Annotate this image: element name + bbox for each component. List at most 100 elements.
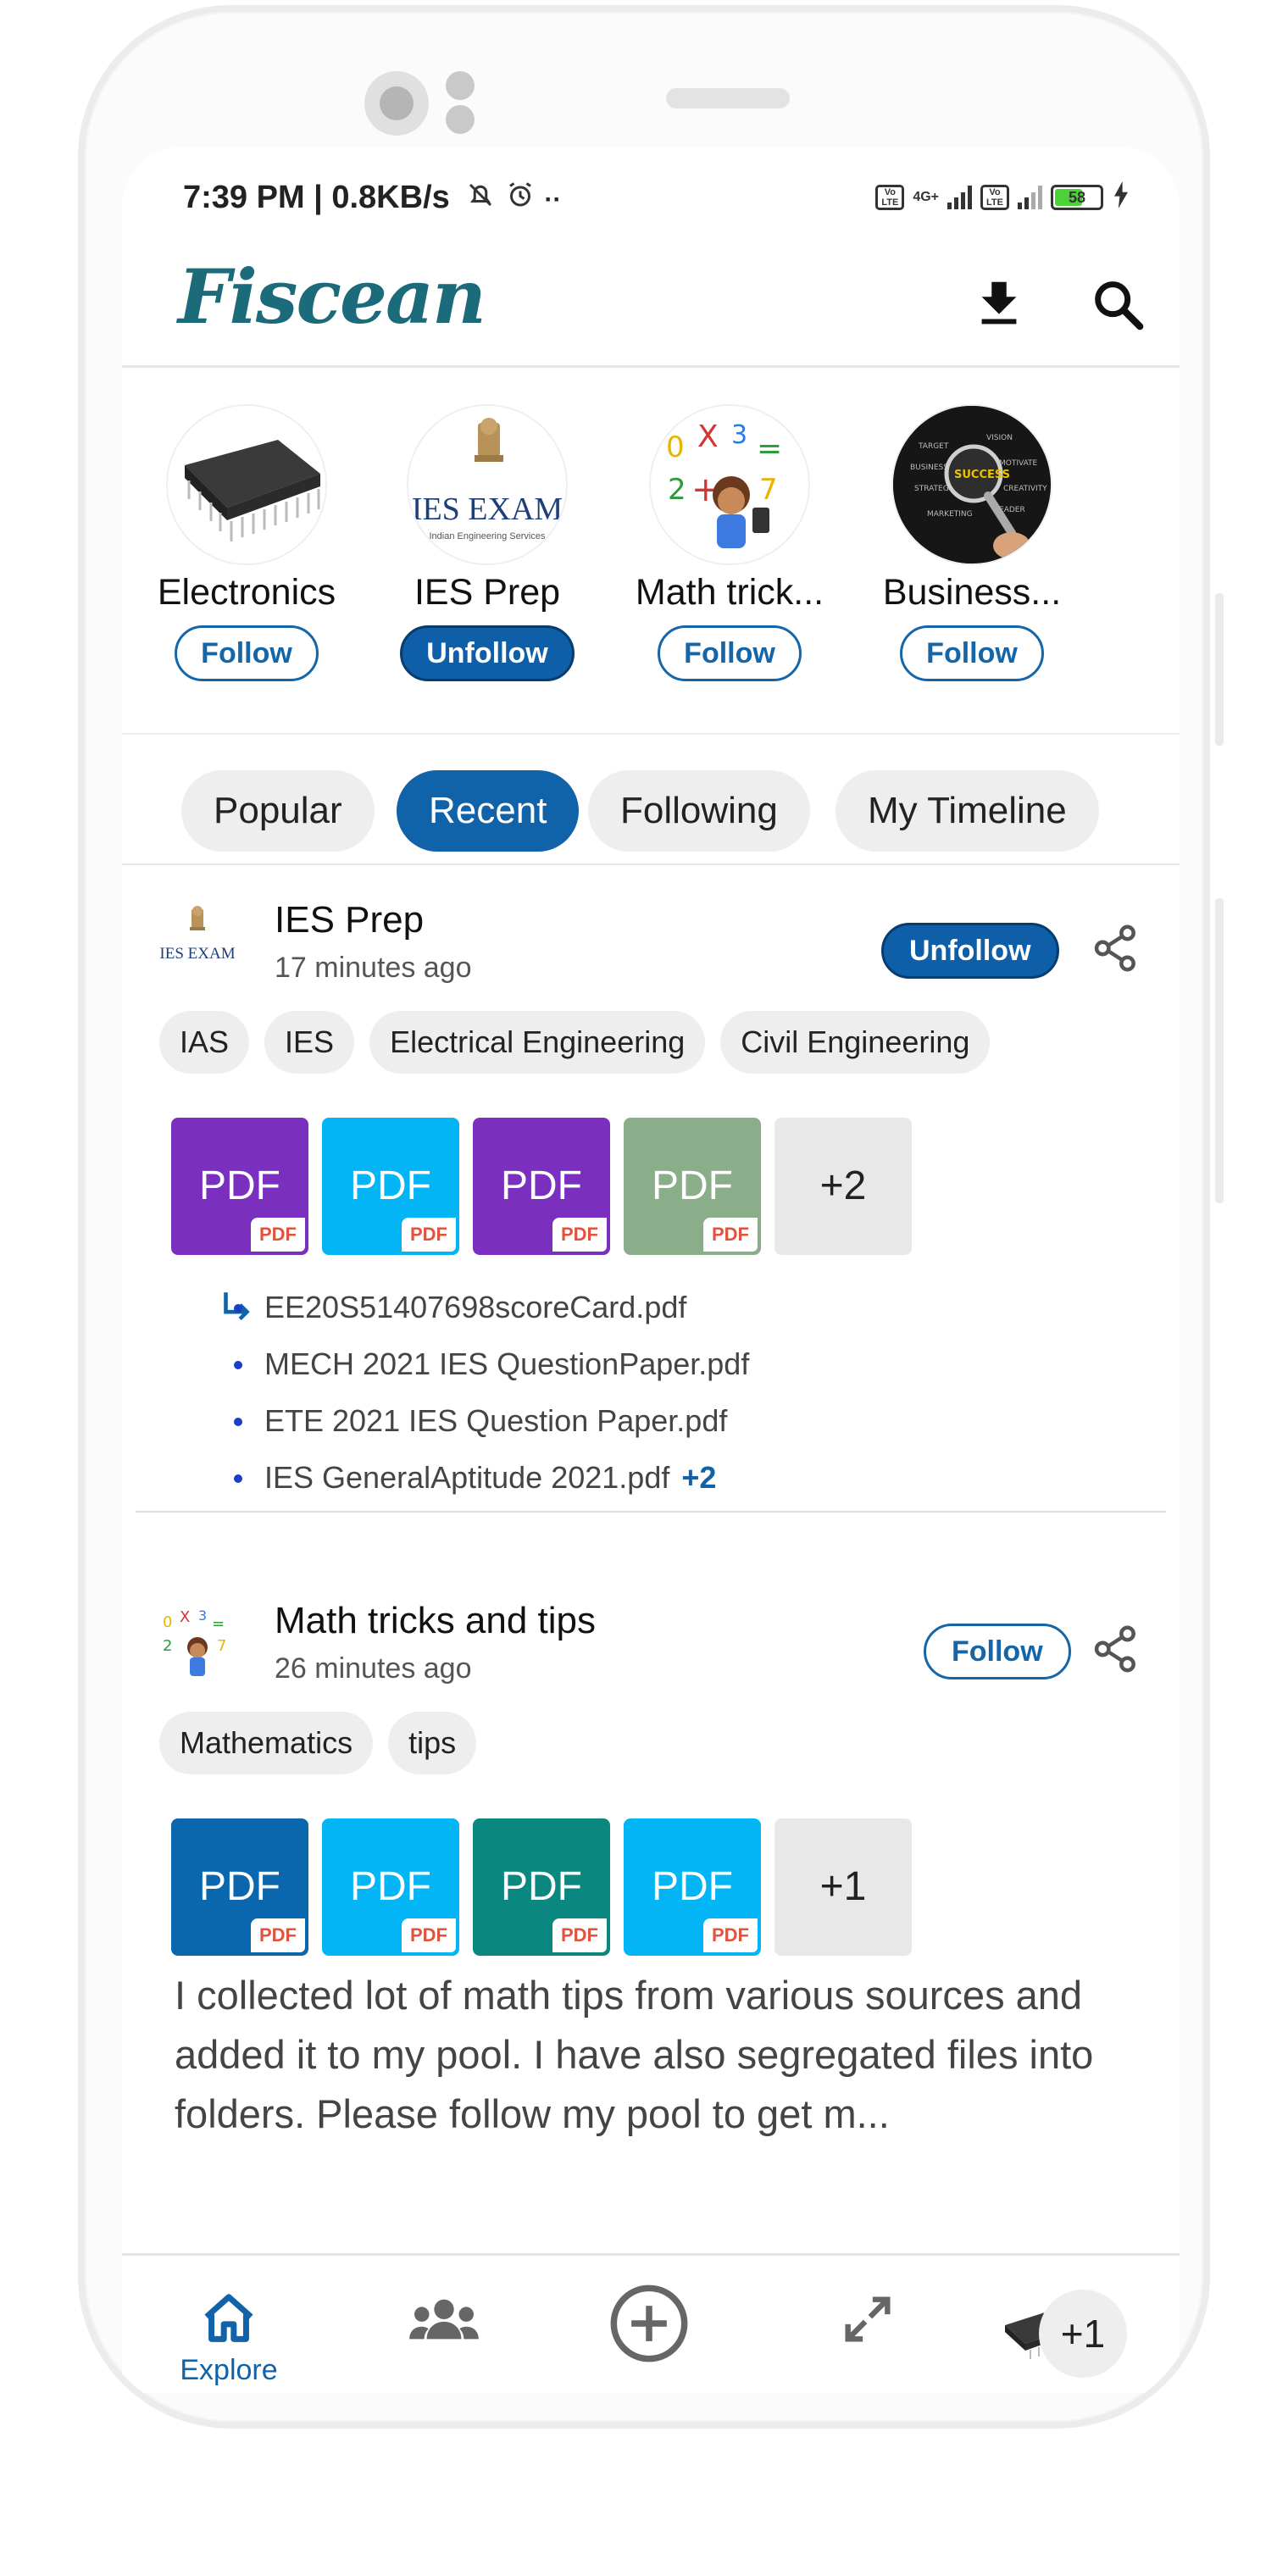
nav-expand[interactable] [817, 2290, 919, 2383]
unfollow-button[interactable]: Unfollow [400, 625, 575, 681]
ies-exam-avatar: IES EXAM Indian Engineering Services [407, 404, 568, 565]
file-name[interactable]: MECH 2021 IES QuestionPaper.pdf [230, 1335, 749, 1392]
pdf-file-tile[interactable]: PDF PDF [473, 1118, 610, 1255]
tag-chip[interactable]: IES [264, 1011, 355, 1074]
more-files-count[interactable]: +2 [681, 1460, 716, 1495]
file-name[interactable]: EE20S51407698scoreCard.pdf [230, 1279, 749, 1335]
file-name-text: MECH 2021 IES QuestionPaper.pdf [264, 1346, 750, 1381]
phone-side-button-top [1215, 593, 1224, 746]
earpiece-speaker [666, 88, 790, 108]
post-tags: Mathematics tips [159, 1712, 477, 1774]
svg-text:MOTIVATE: MOTIVATE [999, 459, 1038, 468]
pool-name: Business... [882, 572, 1062, 613]
follow-button[interactable]: Follow [175, 625, 319, 681]
pdf-badge: PDF [703, 1918, 758, 1952]
follow-button[interactable]: Follow [658, 625, 802, 681]
tab-recent[interactable]: Recent [397, 770, 580, 852]
nav-community[interactable] [393, 2290, 495, 2383]
math-tricks-avatar: 0 X 3 = 2 + 7 [649, 404, 810, 565]
share-icon[interactable] [1093, 1624, 1139, 1674]
pdf-file-tile[interactable]: PDF PDF [624, 1118, 761, 1255]
tab-popular[interactable]: Popular [181, 770, 375, 852]
pool-card-ies-prep[interactable]: IES EXAM Indian Engineering Services IES… [373, 404, 602, 681]
svg-text:SUCCESS: SUCCESS [954, 469, 1010, 481]
pdf-label: PDF [199, 1864, 280, 1909]
tag-chip[interactable]: IAS [159, 1011, 250, 1074]
status-right: Vo LTE 4G+ Vo LTE 58 [875, 181, 1130, 214]
tab-my-timeline[interactable]: My Timeline [836, 770, 1099, 852]
pool-name: IES Prep [414, 572, 561, 613]
pool-carousel: Electronics Follow IES EXAM Indian Engin… [122, 370, 1180, 735]
svg-text:=: = [757, 431, 782, 466]
pdf-badge: PDF [251, 1918, 305, 1952]
svg-text:2: 2 [668, 473, 686, 507]
post-time: 17 minutes ago [275, 952, 472, 984]
account-count-badge[interactable]: +1 [1039, 2290, 1127, 2378]
pdf-badge: PDF [552, 1218, 607, 1252]
share-icon[interactable] [1093, 923, 1139, 974]
tag-chip[interactable]: Civil Engineering [720, 1011, 991, 1074]
follow-button[interactable]: Follow [900, 625, 1044, 681]
nav-explore[interactable]: Explore [178, 2290, 280, 2386]
svg-text:3: 3 [731, 420, 747, 450]
pdf-file-tile[interactable]: PDF PDF [473, 1818, 610, 1956]
svg-text:3: 3 [198, 1607, 207, 1624]
tag-chip[interactable]: tips [388, 1712, 477, 1774]
post-avatar-text: IES EXAM [159, 945, 236, 963]
sensor-top [446, 71, 475, 100]
download-icon[interactable] [969, 275, 1029, 334]
pdf-label: PDF [501, 1163, 582, 1208]
svg-text:VISION: VISION [986, 434, 1013, 442]
pdf-file-tile[interactable]: PDF PDF [624, 1818, 761, 1956]
pdf-badge: PDF [552, 1918, 607, 1952]
tab-following[interactable]: Following [588, 770, 810, 852]
svg-text:MARKETING: MARKETING [927, 510, 973, 519]
pdf-label: PDF [350, 1864, 431, 1909]
search-icon[interactable] [1088, 275, 1147, 334]
svg-text:0: 0 [163, 1613, 172, 1631]
file-tiles: PDF PDF PDF PDF PDF PDF PDF PDF +2 [171, 1118, 912, 1255]
tag-chip[interactable]: Mathematics [159, 1712, 374, 1774]
pdf-label: PDF [199, 1163, 280, 1208]
post-avatar[interactable]: IES EXAM [156, 901, 239, 984]
post-pool-name[interactable]: Math tricks and tips [275, 1600, 596, 1642]
pdf-file-tile[interactable]: PDF PDF [171, 1818, 308, 1956]
mute-bell-icon [465, 180, 496, 219]
file-name-text: ETE 2021 IES Question Paper.pdf [264, 1403, 728, 1438]
file-name[interactable]: IES GeneralAptitude 2021.pdf +2 [230, 1449, 749, 1506]
electronics-chip-avatar [166, 404, 327, 565]
status-time: 7:39 PM | 0.8KB/s ·· [183, 180, 561, 219]
battery-level: 58 [1068, 189, 1086, 206]
sensor-bottom [446, 105, 475, 134]
more-dots-icon: ·· [544, 186, 562, 214]
pdf-file-tile[interactable]: PDF PDF [322, 1818, 459, 1956]
bottom-navigation: Explore +1 [122, 2253, 1180, 2393]
pool-card-math-tricks[interactable]: 0 X 3 = 2 + 7 Math trick... Follow [615, 404, 844, 681]
svg-text:X: X [180, 1608, 190, 1626]
nav-explore-label: Explore [180, 2354, 278, 2386]
more-files-tile[interactable]: +1 [774, 1818, 912, 1956]
post-description[interactable]: I collected lot of math tips from variou… [175, 1966, 1174, 2144]
pool-card-business[interactable]: TARGET VISION BUSINESS MOTIVATE STRATEGY CRE… [858, 404, 1086, 681]
phone-frame: 7:39 PM | 0.8KB/s ·· Vo LTE 4G+ Vo LTE 5… [78, 5, 1210, 2429]
pool-card-electronics[interactable]: Electronics Follow [132, 404, 361, 681]
nav-add[interactable] [598, 2281, 700, 2374]
more-files-tile[interactable]: +2 [774, 1118, 912, 1255]
post-pool-name[interactable]: IES Prep [275, 899, 424, 941]
pdf-file-tile[interactable]: PDF PDF [322, 1118, 459, 1255]
add-circle-icon [607, 2285, 691, 2369]
pdf-file-tile[interactable]: PDF PDF [171, 1118, 308, 1255]
unfollow-button[interactable]: Unfollow [881, 923, 1059, 979]
svg-text:7: 7 [217, 1637, 226, 1655]
app-header: Fiscean [122, 241, 1180, 368]
svg-text:TARGET: TARGET [918, 442, 949, 451]
follow-button[interactable]: Follow [924, 1624, 1071, 1679]
tag-chip[interactable]: Electrical Engineering [369, 1011, 706, 1074]
file-name[interactable]: ETE 2021 IES Question Paper.pdf [230, 1392, 749, 1449]
ies-exam-avatar-text: IES EXAM [411, 491, 564, 527]
pool-name: Math trick... [635, 572, 824, 613]
screen: 7:39 PM | 0.8KB/s ·· Vo LTE 4G+ Vo LTE 5… [122, 147, 1180, 2393]
post-time: 26 minutes ago [275, 1652, 472, 1685]
svg-text:CREATIVITY: CREATIVITY [1003, 485, 1047, 493]
post-avatar[interactable]: 0 X 3 = 2 7 [156, 1602, 239, 1685]
